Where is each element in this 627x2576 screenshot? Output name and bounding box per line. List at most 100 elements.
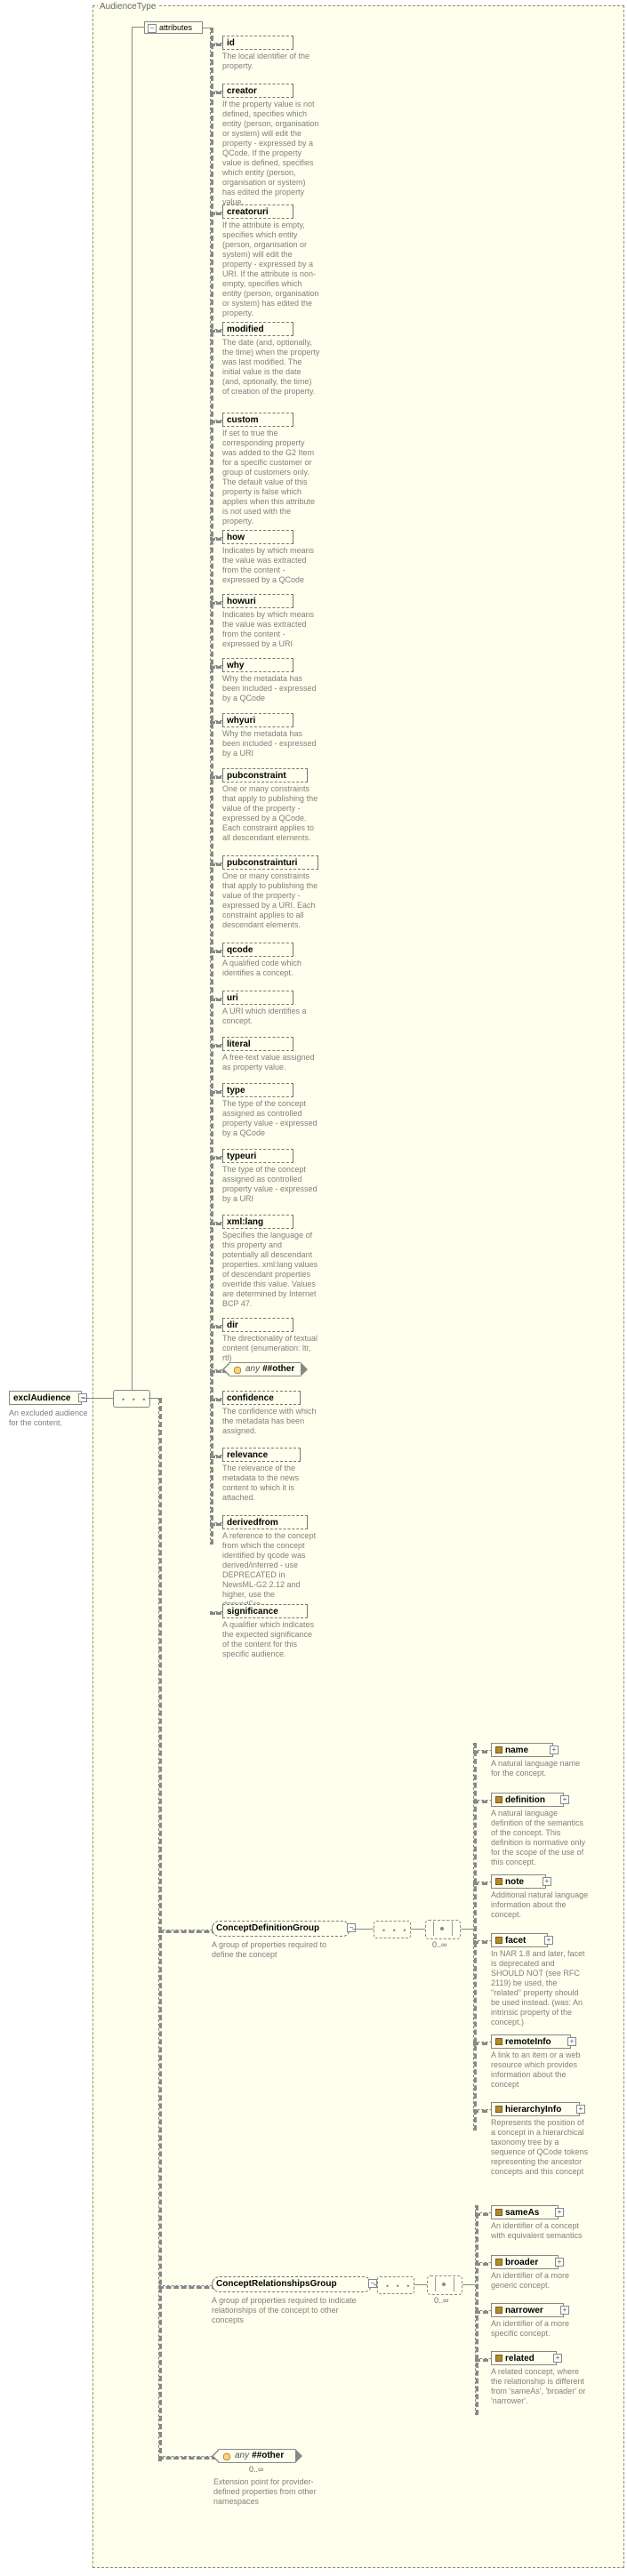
elem-related[interactable]: related + [491, 2351, 557, 2365]
attr-type[interactable]: type [222, 1083, 293, 1097]
sequence-def: • • • [374, 1921, 411, 1938]
elem-definition[interactable]: definition + [491, 1793, 564, 1807]
attr-how[interactable]: how [222, 530, 293, 544]
attr-howuri[interactable]: howuri [222, 594, 293, 608]
elem-facet[interactable]: facet + [491, 1933, 548, 1947]
card-def-choice: 0..∞ [432, 1940, 446, 1949]
group-concept-definition[interactable]: ConceptDefinitionGroup − [212, 1921, 350, 1937]
plus-icon[interactable]: + [560, 2306, 569, 2315]
attr-how-desc: Indicates by which means the value was e… [222, 546, 320, 585]
attr-creatoruri-desc: If the attribute is empty, specifies whi… [222, 221, 320, 318]
elem-related-desc: A related concept, where the relationshi… [491, 2367, 589, 2406]
elem-name-desc: A natural language name for the concept. [491, 1759, 589, 1778]
sequence-indicator-main: • • • [113, 1390, 150, 1408]
outer-panel [92, 5, 624, 2568]
attr-uri[interactable]: uri [222, 991, 293, 1005]
attr-typeuri-desc: The type of the concept assigned as cont… [222, 1165, 320, 1204]
group-concept-relationships[interactable]: ConceptRelationshipsGroup − [212, 2276, 372, 2292]
attr-creatoruri[interactable]: creatoruri [222, 205, 293, 219]
attr-uri-desc: A URI which identifies a concept. [222, 1007, 320, 1026]
attr-creator-desc: If the property value is not defined, sp… [222, 100, 320, 207]
elem-sameAs-desc: An identifier of a concept with equivale… [491, 2221, 589, 2241]
attr-creator[interactable]: creator [222, 84, 293, 98]
root-exclAudience[interactable]: exclAudience − [9, 1391, 82, 1405]
choice-rel [427, 2275, 462, 2295]
plus-icon[interactable]: + [555, 2208, 564, 2217]
expand-icon[interactable]: − [347, 1923, 356, 1932]
root-desc: An excluded audience for the content. [9, 1408, 94, 1428]
attr-confidence-desc: The confidence with which the metadata h… [222, 1407, 320, 1436]
attr-qcode-desc: A qualified code which identifies a conc… [222, 959, 320, 978]
attr-custom[interactable]: custom [222, 413, 293, 427]
attr-literal-desc: A free-text value assigned as property v… [222, 1053, 320, 1072]
attr-id-desc: The local identifier of the property. [222, 52, 320, 71]
plus-icon[interactable]: + [544, 1936, 553, 1945]
attr-modified[interactable]: modified [222, 322, 293, 336]
elem-broader-desc: An identifier of a more generic concept. [491, 2271, 589, 2291]
attr-significance[interactable]: significance [222, 1604, 308, 1618]
attr-derivedfrom-desc: A reference to the concept from which th… [222, 1531, 320, 1609]
group-rel-desc: A group of properties required to indica… [212, 2296, 363, 2325]
attr-any-other[interactable]: any##other [229, 1362, 301, 1376]
plus-icon[interactable]: + [553, 2354, 562, 2363]
attr-type-desc: The type of the concept assigned as cont… [222, 1099, 320, 1138]
attr-significance-desc: A qualifier which indicates the expected… [222, 1620, 320, 1659]
attr-qcode[interactable]: qcode [222, 943, 293, 957]
elem-definition-desc: A natural language definition of the sem… [491, 1809, 589, 1867]
schema-diagram-canvas: AudienceType exclAudience − An excluded … [0, 0, 627, 2576]
attr-howuri-desc: Indicates by which means the value was e… [222, 610, 320, 649]
attr-pubconstrainturi-desc: One or many constraints that apply to pu… [222, 871, 320, 930]
elem-hierarchyInfo-desc: Represents the position of a concept in … [491, 2118, 589, 2177]
elem-narrower[interactable]: narrower + [491, 2303, 564, 2317]
attr-relevance-desc: The relevance of the metadata to the new… [222, 1464, 320, 1503]
card-rel-choice: 0..∞ [434, 2296, 448, 2305]
attr-xmllang-desc: Specifies the language of this property … [222, 1231, 320, 1309]
attr-id[interactable]: id [222, 36, 293, 50]
attr-pubconstraint[interactable]: pubconstraint [222, 768, 308, 782]
elem-hierarchyInfo[interactable]: hierarchyInfo + [491, 2102, 580, 2116]
elem-broader[interactable]: broader + [491, 2255, 559, 2269]
expand-icon[interactable]: − [368, 2279, 377, 2288]
plus-icon[interactable]: + [555, 2258, 564, 2267]
attr-relevance[interactable]: relevance [222, 1448, 301, 1462]
attr-pubconstrainturi[interactable]: pubconstrainturi [222, 855, 318, 870]
attr-pubconstraint-desc: One or many constraints that apply to pu… [222, 784, 320, 843]
elem-remoteInfo[interactable]: remoteInfo + [491, 2034, 571, 2049]
sequence-rel: • • • [377, 2276, 414, 2294]
plus-icon[interactable]: + [550, 1745, 559, 1754]
group-def-desc: A group of properties required to define… [212, 1940, 345, 1960]
attr-derivedfrom[interactable]: derivedfrom [222, 1515, 308, 1529]
elem-facet-desc: In NAR 1.8 and later, facet is deprecate… [491, 1949, 589, 2027]
elem-name[interactable]: name + [491, 1743, 553, 1757]
attr-modified-desc: The date (and, optionally, the time) whe… [222, 338, 320, 397]
panel-type-label: AudienceType [98, 2, 157, 12]
elem-note-desc: Additional natural language information … [491, 1890, 589, 1920]
attr-why-desc: Why the metadata has been included - exp… [222, 674, 320, 703]
card-any-bottom: 0..∞ [249, 2465, 263, 2474]
elem-remoteInfo-desc: A link to an item or a web resource whic… [491, 2050, 589, 2090]
attr-literal[interactable]: literal [222, 1037, 293, 1051]
plus-icon[interactable]: + [567, 2037, 576, 2046]
attr-xmllang[interactable]: xml:lang [222, 1215, 293, 1229]
attr-custom-desc: If set to true the corresponding propert… [222, 429, 320, 526]
choice-def [425, 1920, 461, 1939]
plus-icon[interactable]: + [543, 1877, 551, 1886]
plus-icon[interactable]: + [560, 1795, 569, 1804]
attr-typeuri[interactable]: typeuri [222, 1149, 293, 1163]
elem-narrower-desc: An identifier of a more specific concept… [491, 2319, 589, 2339]
plus-icon[interactable]: + [576, 2105, 585, 2114]
attributes-label: attributes [159, 23, 192, 32]
attr-dir-desc: The directionality of textual content (e… [222, 1334, 320, 1363]
attr-whyuri-desc: Why the metadata has been included - exp… [222, 729, 320, 758]
attr-dir[interactable]: dir [222, 1318, 293, 1332]
attr-why[interactable]: why [222, 658, 293, 672]
minus-icon[interactable]: − [148, 24, 157, 33]
root-label: exclAudience [13, 1393, 70, 1403]
attributes-box[interactable]: −attributes [144, 21, 203, 34]
elem-sameAs[interactable]: sameAs + [491, 2205, 559, 2219]
elem-note[interactable]: note + [491, 1874, 546, 1889]
elem-any-other-desc: Extension point for provider-defined pro… [213, 2477, 338, 2507]
elem-any-other[interactable]: any##other [219, 2449, 295, 2463]
attr-confidence[interactable]: confidence [222, 1391, 301, 1405]
attr-whyuri[interactable]: whyuri [222, 713, 293, 727]
